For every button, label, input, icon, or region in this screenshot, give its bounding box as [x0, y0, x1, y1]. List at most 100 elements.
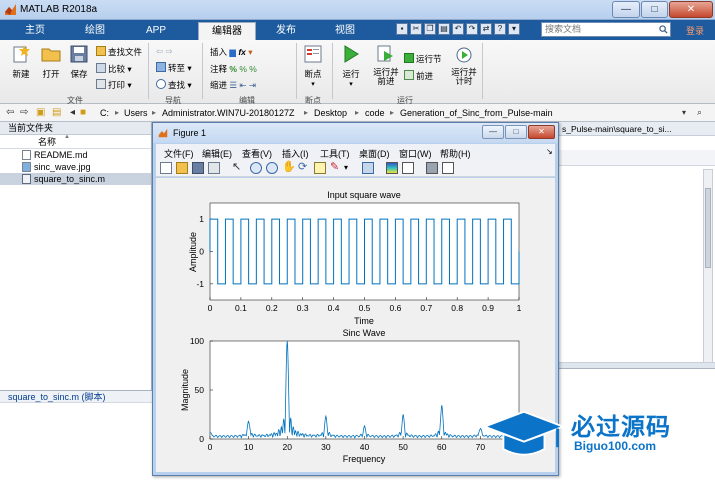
- forward-icon[interactable]: ⇨: [20, 107, 28, 118]
- data-cursor-icon[interactable]: [314, 162, 326, 174]
- crumb-drive[interactable]: C:: [100, 108, 109, 118]
- file-icon: [22, 150, 31, 160]
- file-row[interactable]: README.md: [0, 149, 151, 161]
- new-button[interactable]: 新建: [8, 44, 34, 80]
- pan-icon[interactable]: ✋: [282, 162, 296, 174]
- comment-button[interactable]: 注释 % % %: [210, 63, 257, 75]
- run-icon: [344, 45, 359, 63]
- x-tick-label: 0.5: [359, 303, 371, 313]
- brush-icon[interactable]: ✎: [330, 162, 342, 174]
- file-row-selected[interactable]: square_to_sinc.m: [0, 173, 151, 185]
- watermark-url: Biguo100.com: [574, 439, 657, 453]
- figure-close-button[interactable]: ✕: [528, 125, 555, 139]
- run-advance-icon: [377, 45, 393, 62]
- breakpoints-icon: [304, 45, 322, 63]
- signin-link[interactable]: 登录: [686, 24, 704, 37]
- show-tools-icon[interactable]: [442, 162, 454, 174]
- dropdown-icon[interactable]: ▾: [508, 23, 520, 35]
- rotate-icon[interactable]: ⟳: [298, 162, 310, 174]
- x-tick-label: 0.1: [235, 303, 247, 313]
- undo-icon[interactable]: ↶: [452, 23, 464, 35]
- run-time-label: 运行并 计时: [451, 67, 477, 86]
- column-header-name[interactable]: 名称 ▲: [0, 134, 151, 149]
- crumb-desktop[interactable]: Desktop: [314, 108, 347, 118]
- ribbon-tab-bar: 主页 绘图 APP 编辑器 发布 视图 ▪ ✂ ❐ ▤ ↶ ↷ ⇄? ▾ 搜索文档 登录: [0, 20, 715, 40]
- crumb-users[interactable]: Users: [124, 108, 148, 118]
- chevron-down-icon: ▾: [311, 81, 315, 88]
- browse-folder-icon[interactable]: ▤: [52, 107, 61, 118]
- print-figure-icon[interactable]: [208, 162, 220, 174]
- link-plot-icon[interactable]: [362, 162, 374, 174]
- crumb-admin[interactable]: Administrator.WIN7U-20180127Z: [162, 108, 295, 118]
- back-icon[interactable]: ⇦: [6, 107, 14, 118]
- print-button[interactable]: 打印 ▾: [96, 79, 132, 91]
- run-section-button[interactable]: 运行节: [404, 53, 442, 65]
- tab-view[interactable]: 视图: [322, 22, 368, 40]
- switch-icon[interactable]: ⇄: [480, 23, 492, 35]
- insert-button[interactable]: 插入 ▆ fx ▾: [210, 46, 253, 58]
- nav-arrows[interactable]: ⇦ ⇨: [156, 46, 173, 57]
- save-button[interactable]: 保存: [66, 44, 92, 80]
- help-icon[interactable]: ?: [494, 23, 506, 35]
- matlab-logo-icon: [158, 128, 168, 138]
- chevron-down-icon[interactable]: ▾: [344, 162, 350, 174]
- crumb-code[interactable]: code: [365, 108, 385, 118]
- figure-minimize-button[interactable]: —: [482, 125, 504, 139]
- close-button[interactable]: ✕: [669, 1, 713, 18]
- column-name-label: 名称: [38, 137, 57, 147]
- search-icon[interactable]: [659, 25, 668, 34]
- run-advance-button[interactable]: 运行并 前进: [372, 44, 400, 86]
- colorbar-icon[interactable]: [386, 162, 398, 174]
- minimize-button[interactable]: —: [612, 1, 640, 18]
- figure-toolbar: ↖ ✋ ⟳ ✎ ▾: [156, 159, 555, 177]
- dock-icon[interactable]: ↘: [546, 147, 553, 156]
- tab-editor[interactable]: 编辑器: [198, 22, 256, 40]
- run-button[interactable]: 运行 ▾: [338, 44, 364, 88]
- open-button[interactable]: 打开: [38, 44, 64, 80]
- chevron-down-icon[interactable]: ▾: [682, 108, 686, 117]
- indent-button[interactable]: 缩进 ☰ ⇤ ⇥: [210, 79, 256, 91]
- y-tick-label: 1: [199, 214, 204, 224]
- hide-tools-icon[interactable]: [426, 162, 438, 174]
- up-folder-icon[interactable]: ▣: [36, 107, 45, 118]
- figure-title: Figure 1: [173, 128, 207, 138]
- x-tick-label: 0.2: [266, 303, 278, 313]
- save-figure-icon[interactable]: [192, 162, 204, 174]
- goto-button[interactable]: 转至 ▾: [156, 62, 192, 74]
- legend-icon[interactable]: [402, 162, 414, 174]
- copy-icon[interactable]: ❐: [424, 23, 436, 35]
- crumb-project[interactable]: Generation_of_Sinc_from_Pulse-main: [400, 108, 553, 118]
- find-label: 查找: [168, 80, 186, 90]
- compare-button[interactable]: 比较 ▾: [96, 63, 132, 75]
- file-row[interactable]: sinc_wave.jpg: [0, 161, 151, 173]
- zoom-out-icon[interactable]: [266, 162, 278, 174]
- search-icon[interactable]: ⌕: [697, 107, 702, 118]
- editor-tab[interactable]: s_Pulse-main\square_to_si...: [556, 122, 715, 136]
- run-time-icon: [456, 47, 472, 63]
- open-file-icon[interactable]: [176, 162, 188, 174]
- breakpoints-label: 断点: [304, 69, 322, 79]
- scrollbar-thumb[interactable]: [705, 188, 711, 268]
- tab-home[interactable]: 主页: [12, 22, 58, 40]
- editor-scrollbar[interactable]: [703, 169, 713, 394]
- tab-publish[interactable]: 发布: [262, 22, 310, 40]
- new-figure-icon[interactable]: [160, 162, 172, 174]
- zoom-in-icon[interactable]: [250, 162, 262, 174]
- watermark-title: 必过源码: [571, 414, 671, 441]
- run-time-button[interactable]: 运行并 计时: [450, 44, 478, 86]
- insert-label: 插入: [210, 47, 228, 57]
- breakpoints-button[interactable]: 断点 ▾: [300, 44, 326, 88]
- paste-icon[interactable]: ▤: [438, 23, 450, 35]
- save-icon[interactable]: ▪: [396, 23, 408, 35]
- maximize-button[interactable]: □: [641, 1, 668, 18]
- figure-maximize-button[interactable]: □: [505, 125, 527, 139]
- cut-icon[interactable]: ✂: [410, 23, 422, 35]
- find-button[interactable]: 查找 ▾: [156, 79, 192, 91]
- tab-plots[interactable]: 绘图: [72, 22, 118, 40]
- tab-apps[interactable]: APP: [133, 22, 179, 40]
- pointer-icon[interactable]: ↖: [232, 162, 244, 174]
- find-files-button[interactable]: 查找文件: [96, 46, 142, 58]
- advance-button[interactable]: 前进: [404, 70, 433, 82]
- redo-icon[interactable]: ↷: [466, 23, 478, 35]
- search-input[interactable]: 搜索文档: [541, 22, 671, 37]
